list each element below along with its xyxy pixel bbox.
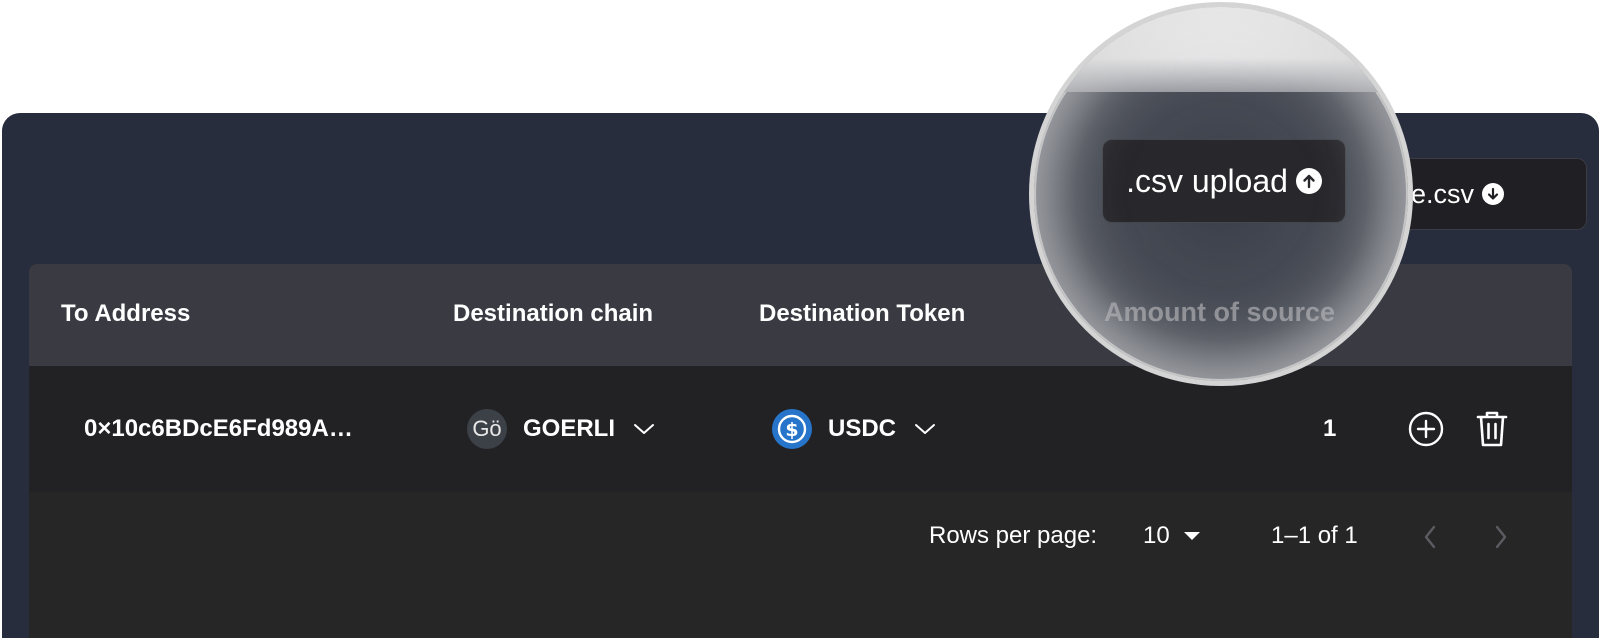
download-template-label: e.csv bbox=[1411, 178, 1475, 209]
to-address-value: 0×10c6BDcE6Fd989A… bbox=[84, 415, 353, 442]
chain-avatar: Gö bbox=[467, 409, 507, 449]
rows-per-page-select[interactable]: 10 bbox=[1143, 522, 1200, 550]
table-row: 0×10c6BDcE6Fd989A… Gö GOERLI $ USDC 1 bbox=[29, 366, 1572, 492]
plus-circle-icon bbox=[1408, 411, 1444, 447]
chevron-right-icon bbox=[1495, 525, 1507, 549]
pagination-range: 1–1 of 1 bbox=[1271, 522, 1358, 549]
token-label: USDC bbox=[828, 415, 897, 442]
trash-icon bbox=[1476, 411, 1508, 447]
chain-label: GOERLI bbox=[523, 415, 616, 442]
header-destination-token: Destination Token bbox=[759, 300, 966, 327]
token-select[interactable]: $ USDC bbox=[772, 366, 936, 492]
csv-upload-label: .csv upload bbox=[1126, 162, 1288, 199]
magnifier-top-area bbox=[1034, 7, 1408, 92]
amount-cell: 1 bbox=[1323, 366, 1336, 492]
amount-value: 1 bbox=[1323, 415, 1337, 442]
usdc-icon: $ bbox=[772, 409, 812, 449]
arrow-up-circle-icon bbox=[1295, 168, 1322, 194]
rows-per-page-label: Rows per page: bbox=[929, 522, 1098, 549]
magnifier-lens: .csv upload Amount of source bbox=[1029, 2, 1413, 386]
svg-text:$: $ bbox=[785, 419, 798, 441]
chevron-left-icon bbox=[1424, 525, 1436, 549]
chain-select[interactable]: Gö GOERLI bbox=[467, 366, 655, 492]
chevron-down-icon bbox=[633, 422, 655, 436]
caret-down-icon bbox=[1183, 531, 1200, 541]
delete-row-button[interactable] bbox=[1472, 408, 1512, 450]
header-amount-of-source: Amount of source bbox=[1104, 297, 1336, 327]
chevron-down-icon bbox=[914, 422, 936, 436]
rows-per-page-value: 10 bbox=[1143, 522, 1170, 549]
table-pagination: Rows per page: 10 1–1 of 1 bbox=[29, 492, 1572, 638]
header-destination-chain: Destination chain bbox=[453, 300, 654, 327]
to-address-cell: 0×10c6BDcE6Fd989A… bbox=[84, 366, 353, 492]
next-page-button[interactable] bbox=[1484, 520, 1518, 554]
arrow-down-circle-icon bbox=[1482, 183, 1505, 205]
header-to-address: To Address bbox=[61, 300, 191, 327]
add-row-button[interactable] bbox=[1406, 409, 1446, 449]
previous-page-button[interactable] bbox=[1413, 520, 1447, 554]
csv-upload-button[interactable]: .csv upload bbox=[1102, 139, 1346, 223]
